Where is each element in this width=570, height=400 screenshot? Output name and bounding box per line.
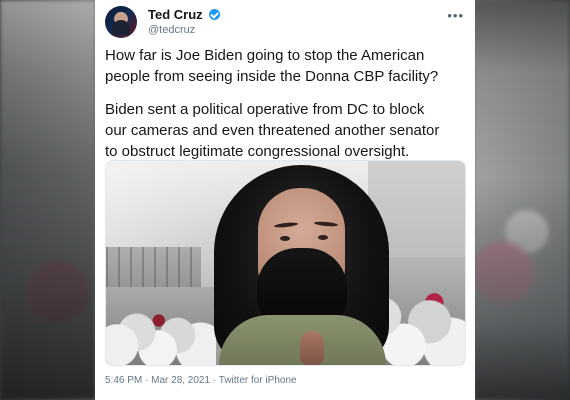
- author-info[interactable]: Ted Cruz @tedcruz: [148, 7, 221, 36]
- screenshot-stage: Ted Cruz @tedcruz ••• How far is Joe Bid…: [0, 0, 570, 400]
- tweet-body: How far is Joe Biden going to stop the A…: [105, 45, 450, 162]
- blurred-background-left: [0, 0, 96, 400]
- tweet-card[interactable]: Ted Cruz @tedcruz ••• How far is Joe Bid…: [95, 0, 475, 400]
- tweet-paragraph-2: Biden sent a political operative from DC…: [105, 101, 440, 160]
- author-name-row[interactable]: Ted Cruz: [148, 7, 221, 22]
- author-display-name[interactable]: Ted Cruz: [148, 7, 203, 22]
- tweet-paragraph-1: How far is Joe Biden going to stop the A…: [105, 47, 439, 85]
- foil-blankets-left: [106, 287, 216, 365]
- tweet-timestamp[interactable]: 5:46 PM · Mar 28, 2021 · Twitter for iPh…: [105, 375, 297, 386]
- blurred-background-right: [474, 0, 570, 400]
- tweet-video[interactable]: [105, 160, 466, 366]
- author-handle[interactable]: @tedcruz: [148, 24, 220, 36]
- person-in-video: [214, 165, 389, 365]
- verified-icon: [209, 9, 221, 20]
- avatar[interactable]: [105, 6, 137, 38]
- left-eye: [280, 236, 290, 241]
- right-eye: [318, 235, 328, 240]
- more-options-icon[interactable]: •••: [447, 9, 464, 22]
- person-hand: [300, 331, 324, 365]
- tweet-header: Ted Cruz @tedcruz •••: [105, 6, 465, 38]
